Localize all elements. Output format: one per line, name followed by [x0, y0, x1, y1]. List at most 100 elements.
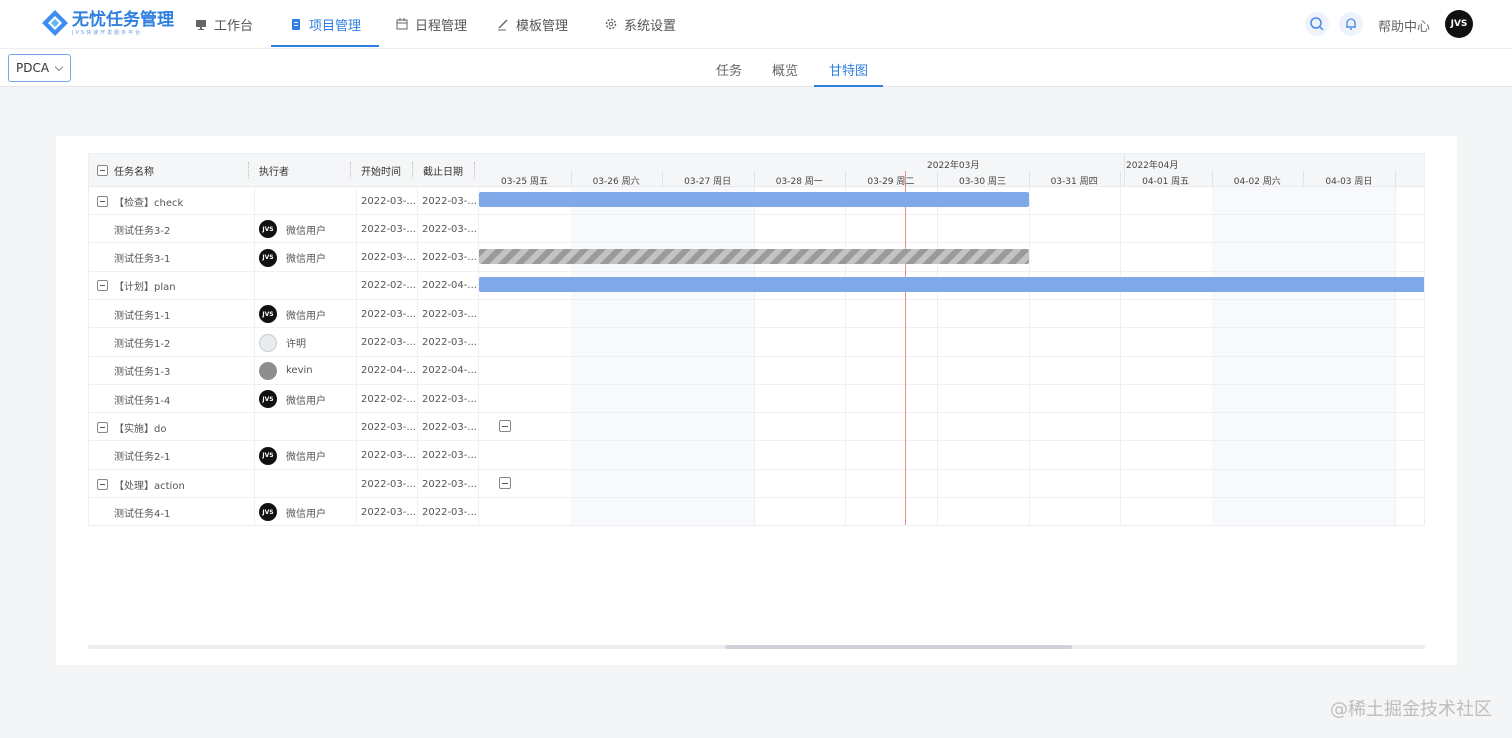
task-name-cell[interactable]: 测试任务2-1 — [114, 442, 264, 470]
start-date-cell[interactable]: 2022-02-... — [361, 272, 419, 300]
start-date-cell[interactable]: 2022-03-... — [361, 329, 419, 357]
task-name-cell[interactable]: 【检查】check — [97, 187, 247, 215]
start-date-cell[interactable]: 2022-03-... — [361, 498, 419, 525]
end-date-cell[interactable]: 2022-03-... — [422, 300, 480, 328]
start-date-cell[interactable]: 2022-03-... — [361, 300, 419, 328]
gear-icon — [604, 17, 618, 31]
task-bar-striped[interactable] — [479, 248, 1029, 264]
end-date-cell[interactable]: 2022-03-... — [422, 329, 480, 357]
end-date-cell[interactable]: 2022-03-... — [422, 470, 480, 498]
assignee-name: kevin — [286, 365, 313, 377]
collapse-icon[interactable] — [97, 478, 108, 490]
end-date-cell[interactable]: 2022-03-... — [422, 187, 480, 215]
end-date-cell[interactable]: 2022-03-... — [422, 498, 480, 525]
assignee-cell[interactable]: 许明 — [259, 329, 351, 357]
task-name-cell[interactable]: 【处理】action — [97, 470, 247, 498]
task-bar[interactable] — [479, 276, 1424, 292]
end-date-cell[interactable]: 2022-03-... — [422, 385, 480, 413]
start-date-cell[interactable]: 2022-03-... — [361, 442, 419, 470]
assignee-cell[interactable] — [259, 470, 351, 498]
end-date-cell[interactable]: 2022-03-... — [422, 215, 480, 243]
col-end[interactable]: 截止日期 — [423, 154, 463, 187]
task-name-cell[interactable]: 【实施】do — [97, 413, 247, 441]
gantt-group-row[interactable]: 【处理】action 2022-03-... 2022-03-... — [89, 470, 1424, 498]
assignee-cell[interactable]: JVS 微信用户 — [259, 244, 351, 272]
gantt-task-row[interactable]: 测试任务1-1 JVS 微信用户 2022-03-... 2022-03-... — [89, 300, 1424, 329]
assignee-avatar: JVS — [259, 503, 277, 522]
collapse-icon[interactable] — [97, 280, 108, 292]
top-navbar: 无忧任务管理 JVS快速开发服务平台 工作台 项目管理 日程管理 模板管理 系统… — [0, 0, 1512, 48]
start-date-cell[interactable]: 2022-03-... — [361, 470, 419, 498]
bell-icon[interactable] — [1339, 12, 1363, 36]
assignee-cell[interactable]: JVS 微信用户 — [259, 300, 351, 328]
nav-item-schedule[interactable]: 日程管理 — [395, 0, 467, 48]
assignee-cell[interactable] — [259, 413, 351, 441]
nav-item-templates[interactable]: 模板管理 — [496, 0, 568, 48]
task-name-cell[interactable]: 测试任务1-3 — [114, 357, 264, 385]
assignee-cell[interactable]: JVS 微信用户 — [259, 442, 351, 470]
nav-item-workbench[interactable]: 工作台 — [194, 0, 253, 48]
project-select[interactable]: PDCA — [8, 54, 71, 82]
gantt-task-row[interactable]: 测试任务1-4 JVS 微信用户 2022-02-... 2022-03-... — [89, 385, 1424, 414]
app-logo[interactable]: 无忧任务管理 JVS快速开发服务平台 — [40, 8, 174, 38]
milestone-marker[interactable] — [499, 420, 511, 433]
tab-overview[interactable]: 概览 — [772, 60, 798, 79]
nav-item-projects[interactable]: 项目管理 — [289, 0, 361, 48]
col-task-name[interactable]: 任务名称 — [97, 154, 154, 187]
task-name-cell[interactable]: 【计划】plan — [97, 272, 247, 300]
assignee-cell[interactable]: JVS 微信用户 — [259, 385, 351, 413]
gantt-group-row[interactable]: 【实施】do 2022-03-... 2022-03-... — [89, 413, 1424, 442]
task-name-cell[interactable]: 测试任务1-4 — [114, 385, 264, 413]
task-name-cell[interactable]: 测试任务3-2 — [114, 215, 264, 243]
end-date-cell[interactable]: 2022-04-... — [422, 357, 480, 385]
milestone-marker[interactable] — [499, 477, 511, 489]
help-center-link[interactable]: 帮助中心 — [1378, 16, 1430, 35]
search-icon[interactable] — [1305, 12, 1329, 36]
collapse-all-icon[interactable] — [97, 165, 108, 176]
nav-label: 系统设置 — [624, 18, 677, 34]
end-date-cell[interactable]: 2022-03-... — [422, 244, 480, 272]
gantt-task-row[interactable]: 测试任务2-1 JVS 微信用户 2022-03-... 2022-03-... — [89, 442, 1424, 470]
task-name: 测试任务1-2 — [114, 339, 171, 350]
start-date-cell[interactable]: 2022-03-... — [361, 244, 419, 272]
start-date-cell[interactable]: 2022-04-... — [361, 357, 419, 385]
horizontal-scrollbar[interactable] — [88, 645, 1425, 649]
assignee-cell[interactable] — [259, 187, 351, 215]
tab-gantt[interactable]: 甘特图 — [829, 60, 868, 79]
gantt-task-row[interactable]: 测试任务3-2 JVS 微信用户 2022-03-... 2022-03-... — [89, 215, 1424, 244]
start-date-cell[interactable]: 2022-02-... — [361, 385, 419, 413]
column-resize-handle[interactable] — [412, 162, 414, 178]
column-resize-handle[interactable] — [474, 162, 476, 178]
scrollbar-thumb[interactable] — [725, 645, 1072, 649]
column-resize-handle[interactable] — [350, 162, 352, 178]
assignee-cell[interactable]: JVS 微信用户 — [259, 215, 351, 243]
user-avatar[interactable]: JVS — [1445, 10, 1473, 38]
task-name: 测试任务3-2 — [114, 225, 171, 237]
task-name-cell[interactable]: 测试任务3-1 — [114, 244, 264, 272]
start-date-cell[interactable]: 2022-03-... — [361, 413, 419, 441]
task-name-cell[interactable]: 测试任务4-1 — [114, 498, 264, 525]
collapse-icon[interactable] — [97, 421, 108, 433]
gantt-task-row[interactable]: 测试任务4-1 JVS 微信用户 2022-03-... 2022-03-... — [89, 498, 1424, 525]
task-name-cell[interactable]: 测试任务1-2 — [114, 329, 264, 357]
collapse-icon[interactable] — [97, 195, 108, 207]
task-name-cell[interactable]: 测试任务1-1 — [114, 300, 264, 328]
tab-tasks[interactable]: 任务 — [716, 60, 742, 79]
end-date-cell[interactable]: 2022-04-... — [422, 272, 480, 300]
assignee-cell[interactable] — [259, 272, 351, 300]
col-assignee[interactable]: 执行者 — [259, 154, 289, 187]
end-date-cell[interactable]: 2022-03-... — [422, 413, 480, 441]
start-date-cell[interactable]: 2022-03-... — [361, 187, 419, 215]
day-label: 03-28 周一 — [775, 177, 823, 187]
end-date-cell[interactable]: 2022-03-... — [422, 442, 480, 470]
task-bar[interactable] — [479, 192, 1029, 207]
assignee-cell[interactable]: JVS 微信用户 — [259, 498, 351, 525]
column-resize-handle[interactable] — [248, 162, 250, 178]
nav-item-settings[interactable]: 系统设置 — [604, 0, 676, 48]
gantt-task-row[interactable]: 测试任务1-3 kevin 2022-04-... 2022-04-... — [89, 357, 1424, 385]
gantt-task-row[interactable]: 测试任务1-2 许明 2022-03-... 2022-03-... — [89, 329, 1424, 357]
col-start[interactable]: 开始时间 — [361, 154, 401, 187]
start-date-cell[interactable]: 2022-03-... — [361, 215, 419, 243]
task-name: 测试任务1-3 — [114, 367, 171, 379]
assignee-cell[interactable]: kevin — [259, 357, 351, 385]
